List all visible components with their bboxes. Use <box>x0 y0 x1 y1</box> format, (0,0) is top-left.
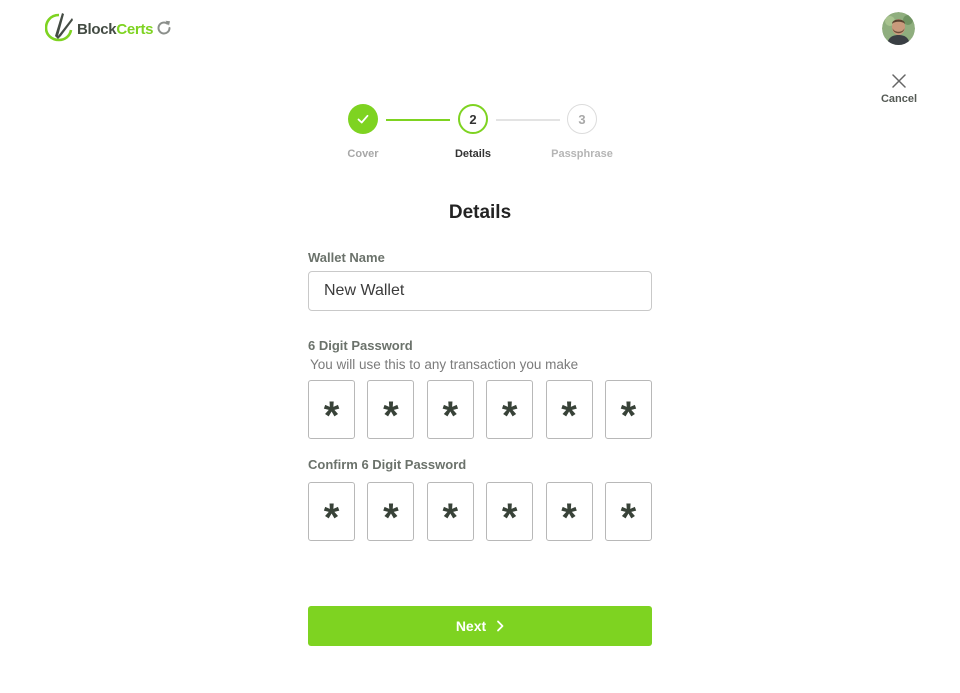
chevron-right-icon <box>497 620 504 632</box>
cancel-label: Cancel <box>880 93 918 105</box>
password-digit-group: * * * * * * <box>308 380 652 439</box>
next-button[interactable]: Next <box>308 606 652 646</box>
refresh-icon[interactable] <box>155 19 173 37</box>
confirm-digit-5[interactable]: * <box>545 482 593 541</box>
step-passphrase-label: Passphrase <box>551 148 613 160</box>
confirm-digit-1[interactable]: * <box>308 482 355 541</box>
password-digit-1[interactable]: * <box>308 380 355 439</box>
confirm-digit-2[interactable]: * <box>367 482 415 541</box>
confirm-password-label: Confirm 6 Digit Password <box>308 457 467 472</box>
step-cover-label: Cover <box>347 148 379 160</box>
check-icon <box>357 114 369 124</box>
close-icon <box>892 74 906 88</box>
confirm-digit-6[interactable]: * <box>604 482 652 541</box>
wallet-name-label: Wallet Name <box>308 250 385 265</box>
step-details-label: Details <box>454 148 492 160</box>
next-button-label: Next <box>455 618 487 634</box>
step-passphrase-number: 3 <box>567 104 597 134</box>
password-digit-5[interactable]: * <box>545 380 593 439</box>
progress-stepper: Cover 2 Details 3 Passphrase <box>300 104 660 164</box>
cancel-button[interactable]: Cancel <box>873 74 925 105</box>
confirm-digit-group: * * * * * * <box>308 482 652 541</box>
step-cover[interactable]: Cover <box>313 104 413 160</box>
blockcerts-leaf-icon <box>44 12 73 47</box>
logo-text: BlockCerts <box>77 21 154 38</box>
blockcerts-logo[interactable]: BlockCerts <box>44 12 154 47</box>
password-digit-2[interactable]: * <box>367 380 415 439</box>
logo-text-block: Block <box>77 21 117 38</box>
step-details[interactable]: 2 Details <box>423 104 523 160</box>
page-title: Details <box>448 202 512 223</box>
wallet-name-input[interactable] <box>308 271 652 311</box>
password-label: 6 Digit Password <box>308 338 413 353</box>
step-cover-circle <box>348 104 378 134</box>
password-digit-4[interactable]: * <box>486 380 534 439</box>
password-hint: You will use this to any transaction you… <box>310 357 579 372</box>
step-passphrase[interactable]: 3 Passphrase <box>532 104 632 160</box>
password-digit-6[interactable]: * <box>604 380 652 439</box>
user-avatar[interactable] <box>882 12 915 45</box>
confirm-digit-3[interactable]: * <box>426 482 474 541</box>
password-digit-3[interactable]: * <box>426 380 474 439</box>
details-form: Wallet Name 6 Digit Password You will us… <box>308 250 652 541</box>
confirm-digit-4[interactable]: * <box>486 482 534 541</box>
step-details-number: 2 <box>458 104 488 134</box>
logo-text-certs: Certs <box>116 21 154 38</box>
